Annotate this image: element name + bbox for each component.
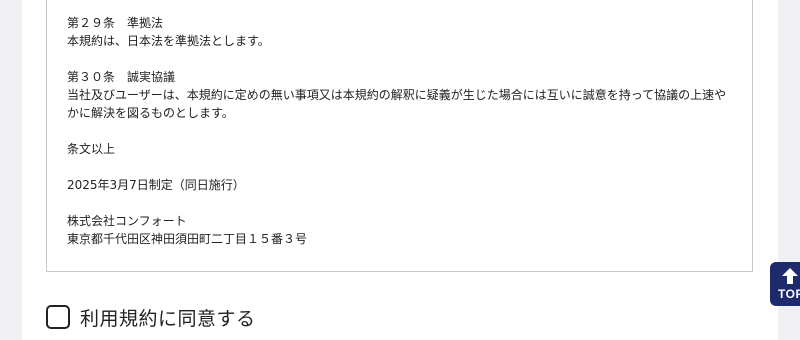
terms-card: 第２９条 準拠法 本規約は、日本法を準拠法とします。 第３０条 誠実協議 当社及… <box>22 0 778 340</box>
back-to-top-label: TOP <box>778 287 800 301</box>
agree-terms-checkbox[interactable] <box>46 305 70 329</box>
arrow-up-icon <box>782 268 798 284</box>
article-30-title: 第３０条 誠実協議 <box>67 70 176 84</box>
agree-terms-label[interactable]: 利用規約に同意する <box>80 304 256 331</box>
page: 第２９条 準拠法 本規約は、日本法を準拠法とします。 第３０条 誠実協議 当社及… <box>0 0 800 340</box>
terms-closing: 条文以上 <box>67 142 116 156</box>
article-29-body: 本規約は、日本法を準拠法とします。 <box>67 34 270 48</box>
terms-scroll-box[interactable]: 第２９条 準拠法 本規約は、日本法を準拠法とします。 第３０条 誠実協議 当社及… <box>46 0 753 272</box>
company-name: 株式会社コンフォート <box>67 214 187 228</box>
agree-terms-row[interactable]: 利用規約に同意する <box>46 302 256 332</box>
terms-enacted-date: 2025年3月7日制定（同日施行） <box>67 178 245 192</box>
back-to-top-button[interactable]: TOP <box>770 262 800 306</box>
article-30-body: 当社及びユーザーは、本規約に定めの無い事項又は本規約の解釈に疑義が生じた場合には… <box>67 88 727 120</box>
company-address: 東京都千代田区神田須田町二丁目１５番３号 <box>67 232 308 246</box>
article-29-title: 第２９条 準拠法 <box>67 16 164 30</box>
terms-content: 第２９条 準拠法 本規約は、日本法を準拠法とします。 第３０条 誠実協議 当社及… <box>67 14 737 248</box>
